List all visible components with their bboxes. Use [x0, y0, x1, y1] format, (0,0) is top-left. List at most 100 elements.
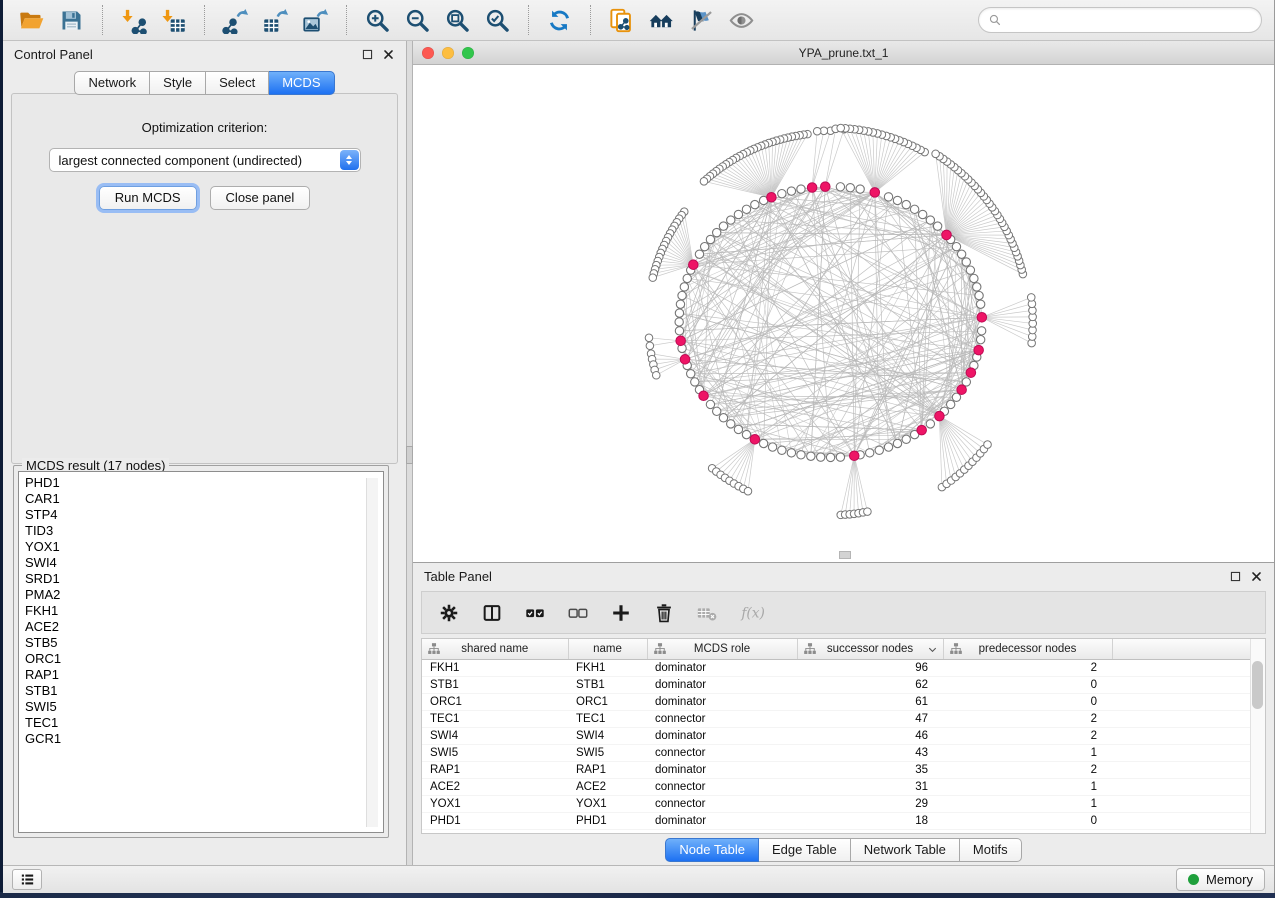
mcds-result-item[interactable]: STP4 — [25, 507, 383, 523]
mcds-result-item[interactable]: ACE2 — [25, 619, 383, 635]
delete-row-button[interactable] — [652, 601, 676, 625]
zoom-in-button[interactable] — [361, 5, 394, 36]
table-row[interactable]: YOX1YOX1connector291 — [422, 796, 1251, 813]
close-table-panel-icon[interactable] — [1250, 570, 1263, 583]
table-tab-motifs[interactable]: Motifs — [960, 838, 1022, 862]
duplicate-network-button[interactable] — [605, 5, 638, 36]
tab-network[interactable]: Network — [74, 71, 150, 95]
save-session-button[interactable] — [55, 5, 88, 36]
network-canvas[interactable] — [413, 65, 1274, 562]
table-tab-edge-table[interactable]: Edge Table — [759, 838, 851, 862]
float-table-panel-icon[interactable] — [1229, 570, 1242, 583]
export-network-icon — [222, 7, 249, 34]
search-input[interactable] — [1007, 12, 1252, 28]
mcds-result-item[interactable]: YOX1 — [25, 539, 383, 555]
tree-hierarchy-icon — [949, 642, 963, 656]
table-row[interactable]: STB1STB1dominator620 — [422, 677, 1251, 694]
column-header-shared-name[interactable]: shared name — [422, 639, 568, 660]
task-history-button[interactable] — [12, 869, 42, 890]
cytoscape-app-window: Control Panel NetworkStyleSelectMCDS Opt… — [3, 0, 1275, 893]
export-network-button[interactable] — [219, 5, 252, 36]
select-all-button[interactable] — [523, 601, 547, 625]
column-header-predecessor-nodes[interactable]: predecessor nodes — [943, 639, 1112, 660]
search-box[interactable] — [978, 7, 1262, 33]
mcds-result-item[interactable]: STB5 — [25, 635, 383, 651]
float-panel-icon[interactable] — [361, 48, 374, 61]
table-tab-network-table[interactable]: Network Table — [851, 838, 960, 862]
tab-style[interactable]: Style — [150, 71, 206, 95]
optimization-criterion-select[interactable]: largest connected component (undirected) — [49, 148, 361, 172]
control-panel-title: Control Panel — [14, 47, 93, 62]
column-header-mcds-role[interactable]: MCDS role — [647, 639, 797, 660]
mcds-result-item[interactable]: SWI4 — [25, 555, 383, 571]
mcds-result-item[interactable]: SRD1 — [25, 571, 383, 587]
mcds-result-item[interactable]: GCR1 — [25, 731, 383, 747]
mcds-result-item[interactable]: TID3 — [25, 523, 383, 539]
column-header-successor-nodes[interactable]: successor nodes — [797, 639, 943, 660]
table-tab-node-table[interactable]: Node Table — [665, 838, 759, 862]
table-row[interactable]: FKH1FKH1dominator962 — [422, 660, 1251, 677]
show-columns-button[interactable] — [480, 601, 504, 625]
refresh-button[interactable] — [543, 5, 576, 36]
mcds-result-item[interactable]: CAR1 — [25, 491, 383, 507]
mcds-result-item[interactable]: STB1 — [25, 683, 383, 699]
table-scrollbar-thumb[interactable] — [1252, 661, 1263, 709]
close-panel-icon[interactable] — [382, 48, 395, 61]
zoom-out-button[interactable] — [401, 5, 434, 36]
hide-selected-button[interactable] — [685, 5, 718, 36]
mcds-result-item[interactable]: ORC1 — [25, 651, 383, 667]
divider-grip[interactable] — [406, 446, 413, 464]
import-table-button[interactable] — [157, 5, 190, 36]
column-header-name[interactable]: name — [568, 639, 647, 660]
first-neighbors-button[interactable] — [645, 5, 678, 36]
hide-selected-icon — [688, 7, 715, 34]
open-file-button[interactable] — [15, 5, 48, 36]
maximize-window-traffic-light[interactable] — [462, 47, 474, 59]
result-list-scrollbar[interactable] — [366, 478, 378, 827]
export-table-icon — [262, 7, 289, 34]
mcds-result-item[interactable]: SWI5 — [25, 699, 383, 715]
mcds-result-item[interactable]: RAP1 — [25, 667, 383, 683]
export-image-icon — [302, 7, 329, 34]
tab-select[interactable]: Select — [206, 71, 269, 95]
right-area: YPA_prune.txt_1 Table Panel — [413, 41, 1274, 865]
zoom-in-icon — [364, 7, 391, 34]
mcds-result-item[interactable]: TEC1 — [25, 715, 383, 731]
mcds-tab-content: Optimization criterion: largest connecte… — [11, 93, 398, 464]
table-row[interactable]: PHD1PHD1dominator180 — [422, 813, 1251, 830]
tree-hierarchy-icon — [427, 642, 441, 656]
settings-gear-button[interactable] — [437, 601, 461, 625]
table-row[interactable]: TEC1TEC1connector472 — [422, 711, 1251, 728]
tab-mcds[interactable]: MCDS — [269, 71, 334, 95]
panel-split-divider[interactable] — [406, 41, 413, 865]
unselect-all-button[interactable] — [566, 601, 590, 625]
mcds-result-item[interactable]: PHD1 — [25, 475, 383, 491]
table-row[interactable]: ORC1ORC1dominator610 — [422, 694, 1251, 711]
mcds-result-item[interactable]: PMA2 — [25, 587, 383, 603]
table-row[interactable]: RAP1RAP1dominator352 — [422, 762, 1251, 779]
toolbar-separator — [346, 5, 347, 35]
close-window-traffic-light[interactable] — [422, 47, 434, 59]
table-row[interactable]: ACE2ACE2connector311 — [422, 779, 1251, 796]
table-row[interactable]: SWI5SWI5connector431 — [422, 745, 1251, 762]
minimize-window-traffic-light[interactable] — [442, 47, 454, 59]
mcds-result-list[interactable]: PHD1CAR1STP4TID3YOX1SWI4SRD1PMA2FKH1ACE2… — [18, 471, 384, 833]
close-panel-button[interactable]: Close panel — [210, 186, 311, 210]
add-row-button[interactable] — [609, 601, 633, 625]
run-mcds-button[interactable]: Run MCDS — [99, 186, 197, 210]
pane-divider-grip[interactable] — [839, 551, 851, 559]
tree-hierarchy-icon — [803, 642, 817, 656]
toolbar-separator — [590, 5, 591, 35]
show-all-button[interactable] — [725, 5, 758, 36]
table-row[interactable]: SWI4SWI4dominator462 — [422, 728, 1251, 745]
zoom-fit-button[interactable] — [441, 5, 474, 36]
show-all-icon — [728, 7, 755, 34]
import-network-button[interactable] — [117, 5, 150, 36]
export-table-button[interactable] — [259, 5, 292, 36]
memory-button[interactable]: Memory — [1176, 868, 1265, 891]
function-builder-button: f(x) — [738, 601, 774, 625]
zoom-selected-button[interactable] — [481, 5, 514, 36]
table-scrollbar[interactable] — [1250, 639, 1265, 833]
mcds-result-item[interactable]: FKH1 — [25, 603, 383, 619]
export-image-button[interactable] — [299, 5, 332, 36]
